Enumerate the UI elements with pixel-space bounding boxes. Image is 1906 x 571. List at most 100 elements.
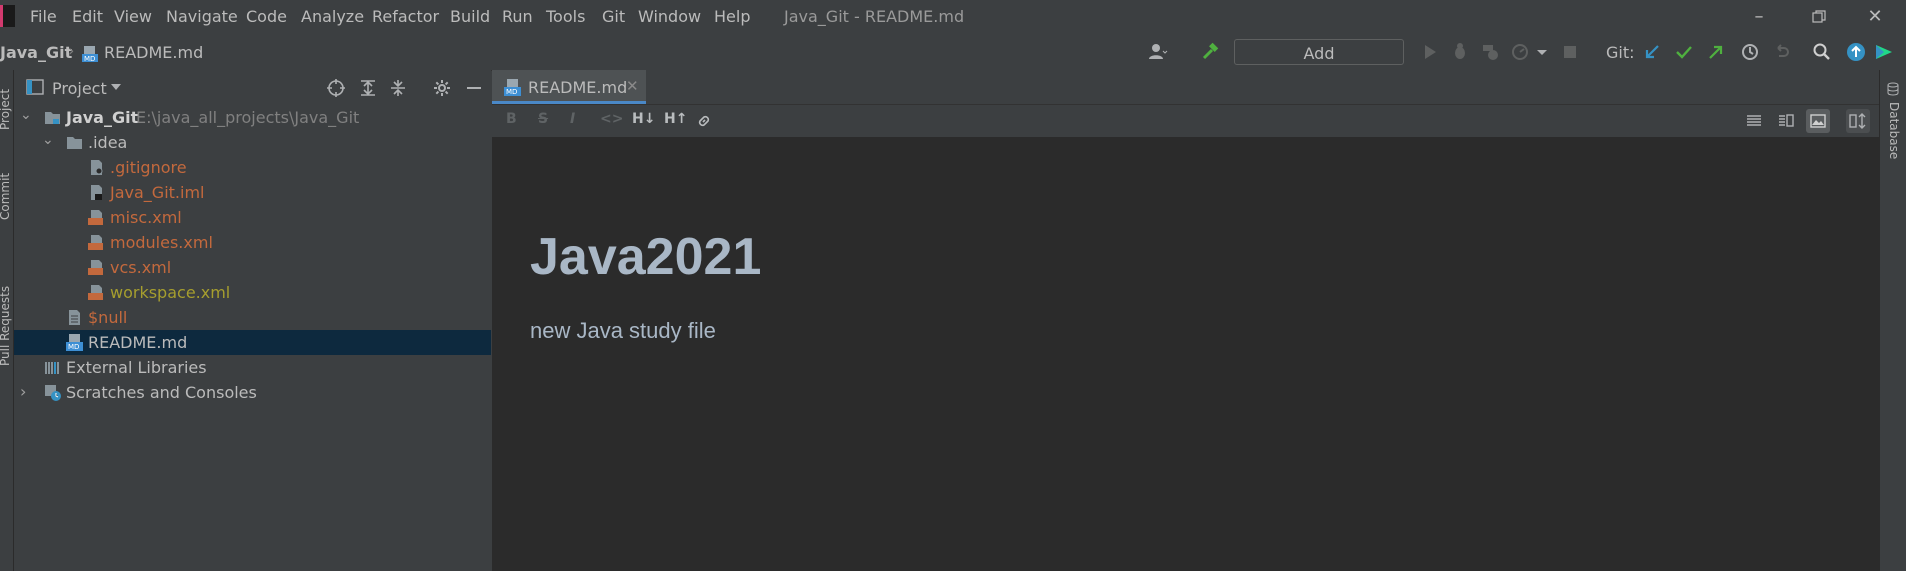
title-bar: File Edit View Navigate Code Analyze Ref… [0,0,1906,34]
tree-label: .idea [88,133,128,152]
chevron-right-icon[interactable]: › [20,382,26,401]
git-commit-icon[interactable] [1674,42,1694,62]
project-panel: Project ⌄ Java_Git E:\java_all_projects\… [14,70,491,571]
menu-view[interactable]: View [114,7,152,26]
markdown-file-icon: MD [82,46,98,62]
tree-item-file[interactable]: modules.xml [14,230,491,255]
markdown-file-icon: MD [66,334,83,351]
sync-scroll-icon[interactable] [1846,109,1870,133]
database-icon[interactable] [1886,82,1900,96]
menu-code[interactable]: Code [246,7,287,26]
insert-link-icon[interactable] [696,113,712,129]
menu-help[interactable]: Help [714,7,750,26]
select-opened-file-icon[interactable] [326,78,346,98]
user-dropdown-icon[interactable] [1148,42,1168,62]
project-root-label: Java_Git [66,108,139,127]
coverage-icon[interactable] [1480,42,1500,62]
restore-icon[interactable] [1806,4,1832,30]
menu-git[interactable]: Git [602,7,625,26]
git-push-icon[interactable] [1706,42,1726,62]
menu-refactor[interactable]: Refactor [372,7,439,26]
tree-item-project-root[interactable]: ⌄ Java_Git E:\java_all_projects\Java_Git [14,105,491,130]
library-icon [45,362,59,374]
debug-icon[interactable] [1450,42,1470,62]
git-label: Git: [1606,43,1635,62]
menu-file[interactable]: File [30,7,57,26]
stop-icon[interactable] [1560,42,1580,62]
editor-tab-bar: MD README.md ✕ [492,70,1879,105]
iml-file-icon [91,185,102,200]
preview-only-icon[interactable] [1806,109,1830,133]
close-tab-icon[interactable]: ✕ [626,77,639,95]
profile-icon[interactable] [1510,42,1530,62]
module-folder-icon [45,112,60,124]
tree-label: README.md [88,333,188,352]
preview-paragraph: new Java study file [530,318,716,343]
tree-item-file[interactable]: vcs.xml [14,255,491,280]
pull-requests-tool-tab[interactable]: Pull Requests [0,286,12,366]
strikethrough-button[interactable]: S [538,111,548,127]
build-hammer-icon[interactable] [1200,42,1220,62]
database-tool-tab[interactable]: Database [1887,102,1901,159]
xml-file-icon [88,210,103,225]
tree-item-file[interactable]: Java_Git.iml [14,180,491,205]
git-update-icon[interactable] [1642,42,1662,62]
project-view-icon [26,79,44,95]
search-icon[interactable] [1812,42,1832,62]
chevron-expanded-icon[interactable]: ⌄ [20,107,32,123]
run-icon[interactable] [1420,42,1440,62]
editor-and-preview-icon[interactable] [1774,109,1798,133]
tree-item-readme-selected[interactable]: MD README.md [14,330,491,355]
menu-navigate[interactable]: Navigate [166,7,238,26]
tree-item-scratches[interactable]: › Scratches and Consoles [14,380,491,405]
markdown-file-icon: MD [504,79,521,96]
menu-edit[interactable]: Edit [72,7,103,26]
close-window-icon[interactable]: ✕ [1862,4,1888,30]
tree-label: Scratches and Consoles [66,383,257,402]
chevron-down-icon[interactable] [110,82,122,92]
expand-all-icon[interactable] [358,78,378,98]
collapse-all-icon[interactable] [388,78,408,98]
menu-analyze[interactable]: Analyze [301,7,364,26]
chevron-expanded-icon[interactable]: ⌄ [42,132,54,148]
update-ide-icon[interactable] [1846,42,1866,62]
markdown-toolbar: B S I <> H↓ H↑ [492,105,1879,137]
decrease-header-button[interactable]: H↓ [632,111,655,127]
bold-button[interactable]: B [506,111,517,127]
tree-item-file[interactable]: misc.xml [14,205,491,230]
breadcrumb-project[interactable]: Java_Git [0,43,72,62]
tree-item-external-libraries[interactable]: External Libraries [14,355,491,380]
italic-button[interactable]: I [570,111,575,127]
editor-tab-readme[interactable]: MD README.md ✕ [492,70,646,104]
code-button[interactable]: <> [600,111,623,127]
commit-tool-tab[interactable]: Commit [0,173,12,220]
xml-file-icon [88,260,103,275]
menu-build[interactable]: Build [450,7,490,26]
settings-gear-icon[interactable] [432,78,452,98]
intellij-logo-icon[interactable] [0,5,15,27]
menu-run[interactable]: Run [502,7,533,26]
add-configuration-button[interactable]: Add Configuration... [1234,39,1404,89]
tree-item-file[interactable]: workspace.xml [14,280,491,305]
increase-header-button[interactable]: H↑ [664,111,687,127]
minimize-icon[interactable]: – [1746,4,1772,30]
tree-item-file[interactable]: .gitignore [14,155,491,180]
more-run-options-icon[interactable] [1532,42,1552,62]
code-with-me-icon[interactable] [1874,42,1894,62]
git-rollback-icon[interactable] [1772,42,1792,62]
svg-text:MD: MD [506,88,517,96]
svg-text:MD: MD [68,343,79,351]
tree-item-idea-folder[interactable]: ⌄ .idea [14,130,491,155]
editor-only-icon[interactable] [1742,109,1766,133]
menu-tools[interactable]: Tools [546,7,585,26]
project-panel-title[interactable]: Project [52,79,107,98]
editor-tab-label: README.md [528,78,628,97]
window-title: Java_Git - README.md [784,7,965,26]
tree-item-file[interactable]: $null [14,305,491,330]
git-history-icon[interactable] [1740,42,1760,62]
breadcrumb-file[interactable]: README.md [104,43,203,62]
menu-window[interactable]: Window [638,7,701,26]
project-tool-tab[interactable]: Project [0,89,12,130]
hide-panel-icon[interactable] [464,78,484,98]
markdown-preview [492,137,1879,571]
